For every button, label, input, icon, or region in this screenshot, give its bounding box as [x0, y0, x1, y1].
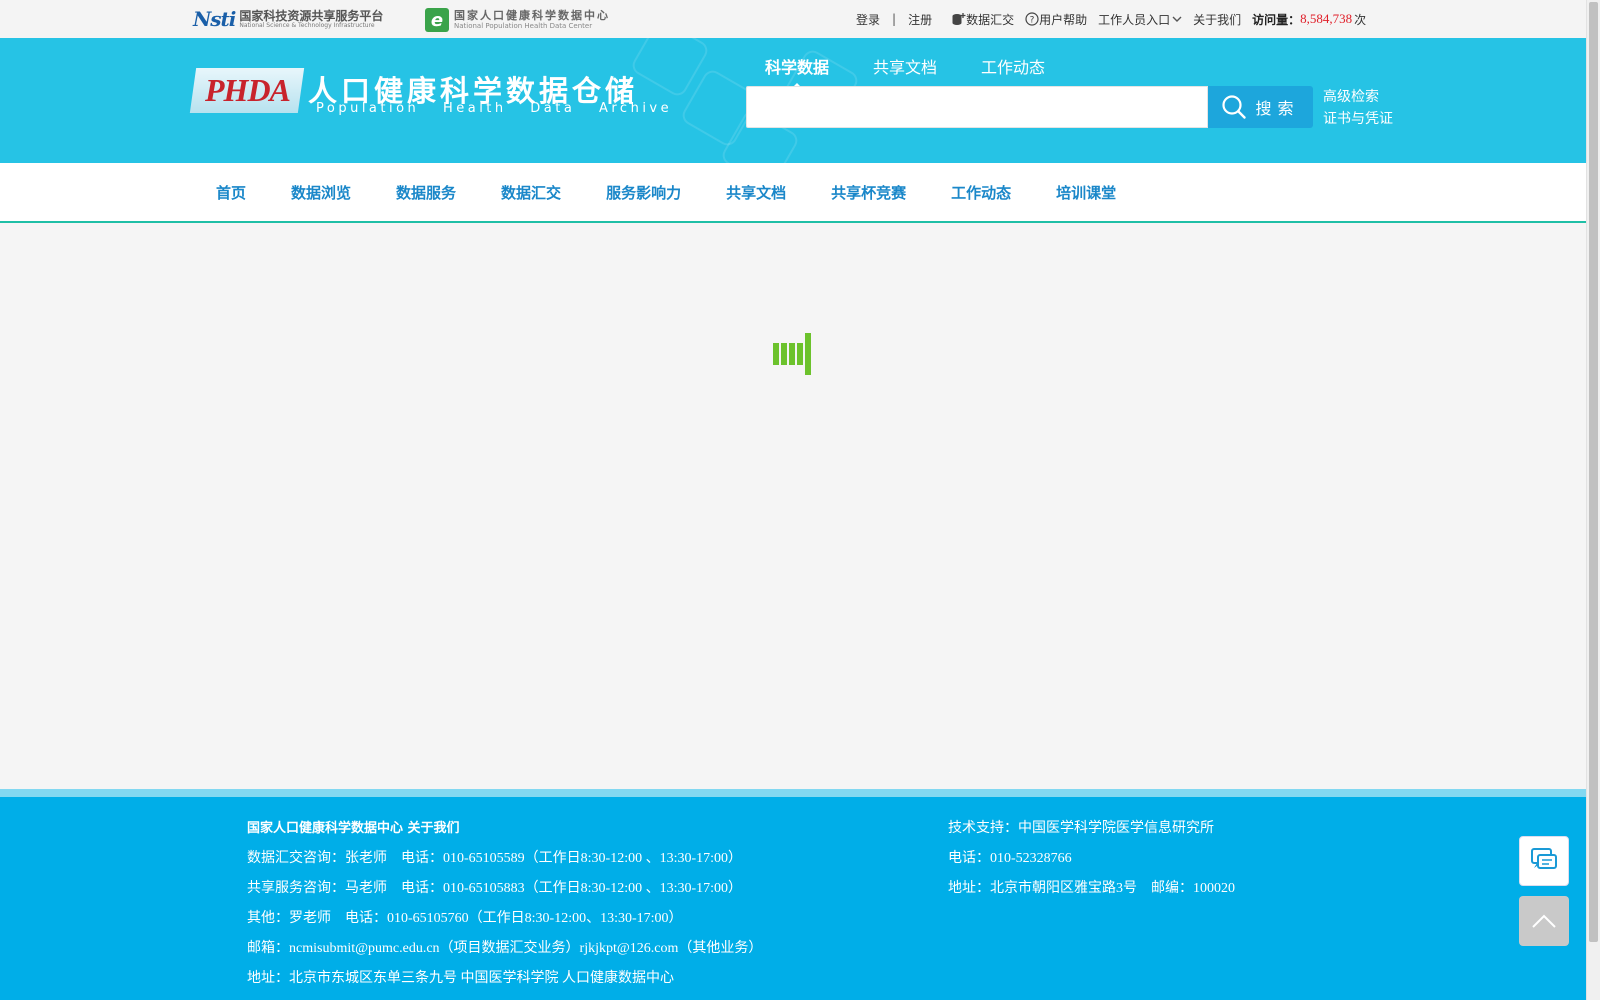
loader-bar: [773, 343, 779, 365]
help-circle-icon: ?: [1025, 12, 1039, 26]
staff-entry-label: 工作人员入口: [1098, 12, 1171, 27]
main-nav: 首页 数据浏览 数据服务 数据汇交 服务影响力 共享文档 共享杯竞赛 工作动态 …: [0, 163, 1586, 223]
tab-shared-docs[interactable]: 共享文档: [873, 54, 937, 78]
nav-item-competition[interactable]: 共享杯竞赛: [831, 182, 906, 203]
footer-line: 地址：北京市东城区东单三条九号 中国医学科学院 人口健康数据中心: [247, 971, 674, 986]
back-to-top-icon: [1532, 914, 1556, 928]
nav-item-data-submit[interactable]: 数据汇交: [501, 182, 561, 203]
footer-line: 共享服务咨询：马老师 电话：010-65105883（工作日8:30-12:00…: [247, 881, 743, 896]
nphdc-logo-mark: e: [425, 8, 449, 32]
tab-work-news[interactable]: 工作动态: [981, 54, 1045, 78]
footer-line: 其他：罗老师 电话：010-65105760（工作日8:30-12:00、13:…: [247, 911, 683, 926]
link-separator: |: [892, 12, 897, 26]
footer-line: 邮箱：ncmisubmit@pumc.edu.cn（项目数据汇交业务）rjkjk…: [247, 941, 763, 956]
footer: 国家人口健康科学数据中心 关于我们 数据汇交咨询：张老师 电话：010-6510…: [0, 789, 1586, 1000]
visit-counter: 访问量： 8,584,738 次: [1252, 11, 1366, 28]
subtitle-word: Archive: [598, 101, 673, 116]
phda-logo-text: PHDA: [204, 72, 290, 108]
search-button-label: 搜索: [1255, 99, 1300, 118]
footer-line: 数据汇交咨询：张老师 电话：010-65105589（工作日8:30-12:00…: [247, 851, 743, 866]
page-root: Nsti 国家科技资源共享服务平台 National Science & Tec…: [0, 0, 1600, 1000]
scrollbar-thumb[interactable]: [1589, 2, 1598, 942]
loader-bar: [789, 343, 795, 365]
loader-bar: [805, 333, 811, 375]
nsti-logo-cn: 国家科技资源共享服务平台: [239, 8, 384, 23]
submit-data-label: 数据汇交: [966, 12, 1015, 27]
loading-indicator: [773, 333, 813, 375]
advanced-search-link[interactable]: 高级检索: [1323, 86, 1393, 108]
visit-counter-value: 8,584,738: [1300, 11, 1353, 26]
nphdc-logo-cn: 国家人口健康科学数据中心: [454, 9, 610, 22]
loader-bar: [781, 343, 787, 365]
search-tabs: 科学数据 共享文档 工作动态: [765, 54, 1089, 90]
footer-line: 技术支持：中国医学科学院医学信息研究所: [948, 821, 1214, 836]
nav-item-home[interactable]: 首页: [216, 182, 246, 203]
subtitle-word: Data: [530, 101, 576, 116]
nsti-logo-text: 国家科技资源共享服务平台 National Science & Technolo…: [239, 10, 383, 29]
phda-logo[interactable]: PHDA: [189, 68, 305, 113]
footer-contact-right: 技术支持：中国医学科学院医学信息研究所 电话：010-52328766 地址：北…: [948, 819, 1235, 909]
help-link[interactable]: ? 用户帮助: [1025, 11, 1087, 28]
nav-item-training[interactable]: 培训课堂: [1056, 182, 1116, 203]
site-subtitle: Population Health Data Archive: [316, 101, 688, 116]
loader-bar: [797, 343, 803, 365]
register-link[interactable]: 注册: [908, 11, 932, 28]
login-link[interactable]: 登录: [856, 11, 880, 28]
nav-item-data-service[interactable]: 数据服务: [396, 182, 456, 203]
subtitle-word: Population: [316, 101, 420, 116]
nav-item-service-impact[interactable]: 服务影响力: [606, 182, 681, 203]
footer-line: 地址：北京市朝阳区雅宝路3号 邮编：100020: [948, 881, 1235, 896]
chat-button[interactable]: [1519, 836, 1569, 886]
subtitle-word: Health: [442, 101, 507, 116]
nav-item-shared-docs[interactable]: 共享文档: [726, 182, 786, 203]
back-to-top-button[interactable]: [1519, 896, 1569, 946]
nsti-logo-mark: Nsti: [193, 7, 236, 31]
nphdc-logo-en: National Population Health Data Center: [454, 22, 593, 30]
tab-scientific-data[interactable]: 科学数据: [765, 54, 829, 90]
top-bar: Nsti 国家科技资源共享服务平台 National Science & Tec…: [0, 0, 1586, 38]
page-scrollbar[interactable]: [1586, 0, 1600, 1000]
nphdc-logo-text: 国家人口健康科学数据中心 National Population Health …: [454, 10, 610, 30]
search-extra-links: 高级检索 证书与凭证: [1323, 86, 1393, 130]
nphdc-logo[interactable]: e 国家人口健康科学数据中心 National Population Healt…: [425, 7, 610, 33]
nav-item-data-browse[interactable]: 数据浏览: [291, 182, 351, 203]
svg-text:?: ?: [1030, 16, 1035, 26]
footer-line: 电话：010-52328766: [948, 851, 1072, 866]
top-links: 登录 | 注册 数据汇交 ? 用户帮助 工作人员入口 关于我们 访问量： 8,5…: [856, 0, 1366, 38]
chat-icon: [1531, 848, 1557, 869]
search-input[interactable]: [746, 86, 1208, 128]
chevron-down-icon: [1172, 16, 1182, 22]
visit-counter-unit: 次: [1354, 12, 1367, 27]
about-link[interactable]: 关于我们: [1193, 11, 1241, 28]
nav-item-work-news[interactable]: 工作动态: [951, 182, 1011, 203]
certificate-link[interactable]: 证书与凭证: [1323, 108, 1393, 130]
help-label: 用户帮助: [1039, 12, 1088, 27]
search-icon: [1222, 95, 1247, 119]
staff-entry-dropdown[interactable]: 工作人员入口: [1098, 11, 1182, 28]
database-plus-icon: [952, 12, 966, 25]
submit-data-link[interactable]: 数据汇交: [952, 11, 1014, 28]
visit-counter-label: 访问量：: [1252, 12, 1301, 27]
header-band: PHDA 人口健康科学数据仓储 Population Health Data A…: [0, 38, 1586, 163]
nsti-logo[interactable]: Nsti 国家科技资源共享服务平台 National Science & Tec…: [193, 6, 383, 32]
search-button[interactable]: 搜索: [1208, 86, 1313, 128]
footer-title[interactable]: 国家人口健康科学数据中心 关于我们: [247, 819, 762, 849]
footer-contact-left: 国家人口健康科学数据中心 关于我们 数据汇交咨询：张老师 电话：010-6510…: [247, 819, 762, 999]
nsti-logo-en: National Science & Technology Infrastruc…: [239, 21, 375, 29]
